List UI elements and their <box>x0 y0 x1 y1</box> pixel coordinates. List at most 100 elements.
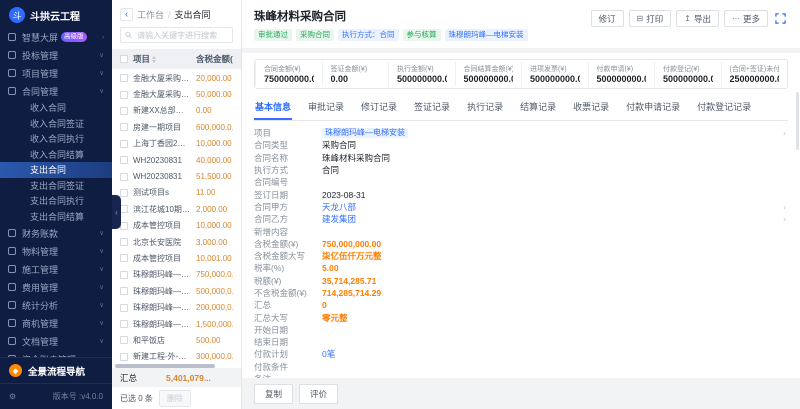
gear-icon[interactable]: ⚙ <box>9 392 16 401</box>
sidebar-menu-item[interactable]: 商机管理 ∨ <box>0 314 112 332</box>
list-item[interactable]: 珠穆朗玛峰—电梯... 200,000,0... <box>112 299 241 315</box>
sidebar-menu-item[interactable]: 财务账款 ∨ <box>0 224 112 242</box>
row-checkbox[interactable] <box>120 173 128 181</box>
list-item[interactable]: 金融大厦采购项目 20,000.00 <box>112 70 241 86</box>
action-button[interactable]: ↥ 导出 <box>676 10 719 27</box>
row-checkbox[interactable] <box>120 238 128 246</box>
tab[interactable]: 付款登记记录 <box>696 96 752 120</box>
sidebar-menu-item[interactable]: 物料管理 ∨ <box>0 242 112 260</box>
menu-item-icon <box>8 87 16 95</box>
action-label: 打印 <box>646 13 663 25</box>
breadcrumb-root[interactable]: 工作台 <box>137 8 164 21</box>
sidebar-menu-item[interactable]: 项目管理 ∨ <box>0 64 112 82</box>
tab[interactable]: 付款申请记录 <box>625 96 681 120</box>
row-checkbox[interactable] <box>120 304 128 312</box>
field-label: 付款计划 <box>254 348 322 360</box>
column-amount[interactable]: 含税金额( <box>196 53 233 65</box>
sidebar-menu-item[interactable]: 收入合同 <box>0 100 112 116</box>
row-checkbox[interactable] <box>120 123 128 131</box>
chevron-right-icon[interactable]: › <box>783 214 786 224</box>
list-item[interactable]: 珠穆朗玛峰—电梯... 500,000,0... <box>112 283 241 299</box>
tab[interactable]: 审批记录 <box>307 96 345 120</box>
app-logo[interactable]: 斗 斗拱云工程 <box>0 0 112 28</box>
list-item[interactable]: 和平饭店 500.00 <box>112 332 241 348</box>
vertical-scrollbar[interactable] <box>796 92 799 150</box>
sidebar-menu-item[interactable]: 施工管理 ∨ <box>0 260 112 278</box>
delete-button[interactable]: 删除 <box>159 390 191 407</box>
tab[interactable]: 签证记录 <box>413 96 451 120</box>
row-checkbox[interactable] <box>120 320 128 328</box>
row-checkbox[interactable] <box>120 205 128 213</box>
sidebar-menu-item[interactable]: 统计分析 ∨ <box>0 296 112 314</box>
row-checkbox[interactable] <box>120 140 128 148</box>
chevron-icon: ∨ <box>99 337 104 344</box>
fullscreen-icon[interactable] <box>773 11 788 26</box>
sidebar-menu-item[interactable]: 收入合同签证 <box>0 116 112 132</box>
field-value: 0 <box>322 300 327 310</box>
summary-label: 汇总 <box>120 372 137 384</box>
row-checkbox[interactable] <box>120 91 128 99</box>
list-item[interactable]: 滨江花城10期项目-... 2,000.00 <box>112 201 241 217</box>
list-item[interactable]: 上海丁香园2期改造... 10,000.00 <box>112 136 241 152</box>
select-all-checkbox[interactable] <box>120 55 128 63</box>
sidebar-menu-item[interactable]: 支出合同结算 <box>0 209 112 225</box>
row-checkbox[interactable] <box>120 287 128 295</box>
field-value: 零元整 <box>322 312 348 324</box>
footer-button[interactable]: 复制 <box>254 384 293 404</box>
row-checkbox[interactable] <box>120 156 128 164</box>
list-item[interactable]: 北京长安医院 3,000.00 <box>112 234 241 250</box>
menu-item-icon <box>8 337 16 345</box>
action-button[interactable]: ⋯ 更多 <box>724 10 768 27</box>
tab[interactable]: 执行记录 <box>466 96 504 120</box>
row-checkbox[interactable] <box>120 271 128 279</box>
sidebar-menu-item[interactable]: 资金账户管理 ∨ <box>0 350 112 357</box>
sidebar-menu-item[interactable]: 文档管理 ∨ <box>0 332 112 350</box>
sidebar-menu-item[interactable]: 支出合同签证 <box>0 178 112 194</box>
row-checkbox[interactable] <box>120 336 128 344</box>
list-item[interactable]: 新建XX总部大厦工... 0.00 <box>112 103 241 119</box>
list-item[interactable]: 新建工程-外-测试 300,000,0... <box>112 349 241 365</box>
list-item[interactable]: WH20230831 51,500.00 <box>112 168 241 184</box>
list-item[interactable]: 成本管控项目 10,001.00 <box>112 250 241 266</box>
row-checkbox[interactable] <box>120 107 128 115</box>
list-item[interactable]: 房建一期项目 600,000.0... <box>112 119 241 135</box>
sidebar-menu-item[interactable]: 支出合同 <box>0 162 112 178</box>
row-checkbox[interactable] <box>120 222 128 230</box>
row-checkbox[interactable] <box>120 74 128 82</box>
back-button[interactable]: ‹ <box>120 8 133 21</box>
sort-icon[interactable] <box>152 56 156 63</box>
chevron-right-icon[interactable]: › <box>783 128 786 138</box>
tab[interactable]: 结算记录 <box>519 96 557 120</box>
row-checkbox[interactable] <box>120 353 128 361</box>
sidebar-menu-item[interactable]: 费用管理 ∨ <box>0 278 112 296</box>
sidebar-collapse-handle[interactable]: ‹ <box>112 195 121 229</box>
form-row: 汇总 0 › <box>254 299 788 311</box>
list-item[interactable]: 珠穆朗玛峰—电梯... 1,500,000... <box>112 316 241 332</box>
list-item[interactable]: 金融大厦采购项目 50,000.00 <box>112 86 241 102</box>
tab[interactable]: 基本信息 <box>254 96 292 120</box>
list-item[interactable]: 成本管控项目 10,000.00 <box>112 218 241 234</box>
sidebar-menu-item[interactable]: 投标管理 ∨ <box>0 46 112 64</box>
list-item[interactable]: 珠穆朗玛峰—电梯... 750,000,0... <box>112 267 241 283</box>
list-item[interactable]: 测试项目s 11.00 <box>112 185 241 201</box>
chevron-right-icon[interactable]: › <box>783 202 786 212</box>
footer-button[interactable]: 评价 <box>299 384 338 404</box>
row-checkbox[interactable] <box>120 189 128 197</box>
column-project[interactable]: 项目 <box>133 53 150 65</box>
sidebar-menu-item[interactable]: 支出合同执行 <box>0 193 112 209</box>
sidebar-menu-item[interactable]: 智慧大屏 高级版 › <box>0 28 112 46</box>
search-box[interactable] <box>120 27 233 43</box>
project-name: 新建XX总部大厦工... <box>133 105 191 116</box>
sidebar-menu-item[interactable]: 收入合同执行 <box>0 131 112 147</box>
search-input[interactable] <box>135 30 228 41</box>
tab[interactable]: 修订记录 <box>360 96 398 120</box>
list-item[interactable]: WH20230831 40,000.00 <box>112 152 241 168</box>
row-checkbox[interactable] <box>120 254 128 262</box>
action-button[interactable]: 修订 <box>591 10 624 27</box>
action-button[interactable]: ⊟ 打印 <box>629 10 672 27</box>
tab[interactable]: 收票记录 <box>572 96 610 120</box>
sidebar-item-process-nav[interactable]: ◆ 全景流程导航 <box>0 357 112 383</box>
sidebar-menu-item[interactable]: 合同管理 ∨ <box>0 82 112 100</box>
sidebar-menu-item[interactable]: 收入合同结算 <box>0 147 112 163</box>
field-value: 天龙八部 <box>322 201 356 213</box>
